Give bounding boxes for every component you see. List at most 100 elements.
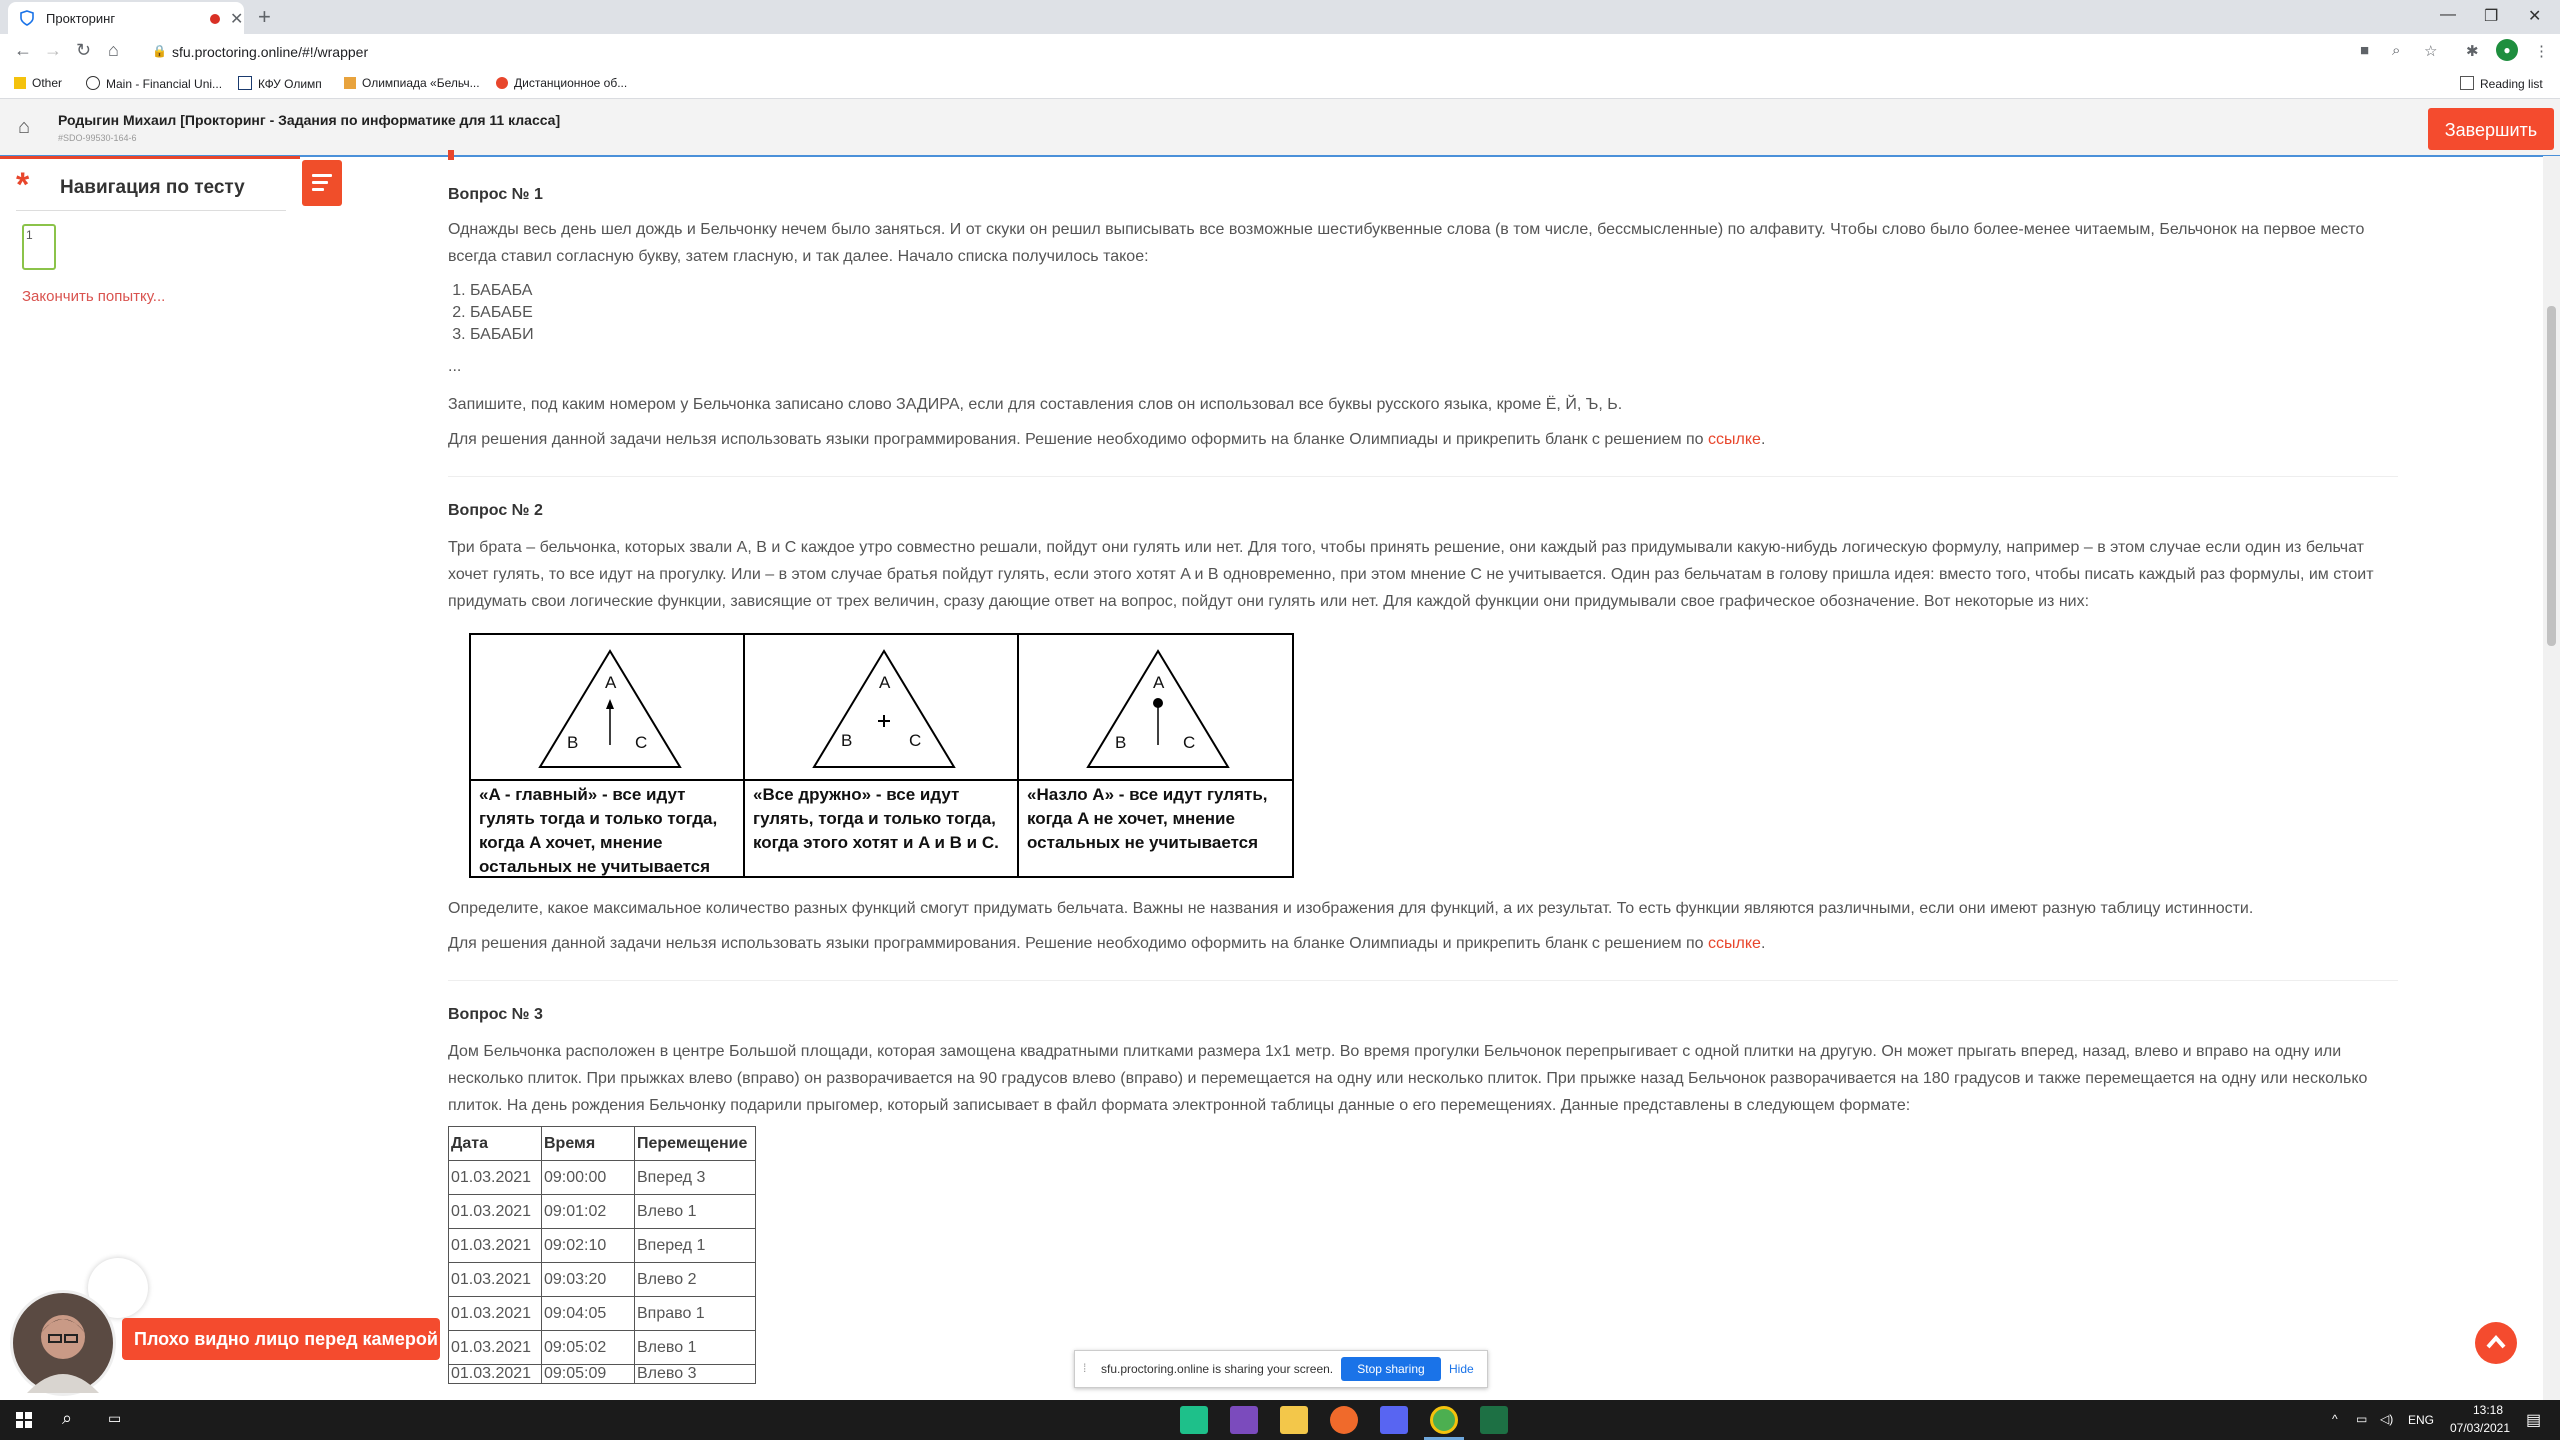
question-note: Для решения данной задачи нельзя использ… xyxy=(448,935,1766,952)
visual-studio-icon[interactable] xyxy=(1230,1406,1258,1434)
bookmark-distance[interactable]: Дистанционное об... xyxy=(496,76,627,90)
star-icon[interactable]: ☆ xyxy=(2424,42,2437,60)
webcam-preview[interactable] xyxy=(10,1290,116,1396)
table-cell: 09:02:10 xyxy=(541,1228,635,1263)
pycharm-icon[interactable] xyxy=(1180,1406,1208,1434)
extensions-icon[interactable]: ✱ xyxy=(2466,42,2479,60)
hide-share-button[interactable]: Hide xyxy=(1449,1362,1474,1376)
question-task: Определите, какое максимальное количеств… xyxy=(448,900,2254,917)
url-text: sfu.proctoring.online/#!/wrapper xyxy=(172,44,369,60)
asterisk-icon: * xyxy=(16,166,30,204)
recording-icon xyxy=(210,14,220,24)
question-task: Запишите, под каким номером у Бельчонка … xyxy=(448,396,1623,413)
table-row: 01.03.2021 09:03:20 Влево 2 xyxy=(448,1262,756,1297)
table-cell: 01.03.2021 xyxy=(448,1262,542,1297)
finish-attempt-link[interactable]: Закончить попытку... xyxy=(22,288,165,305)
table-cell: 01.03.2021 xyxy=(448,1194,542,1229)
table-cell: 09:05:02 xyxy=(541,1330,635,1365)
stop-sharing-button[interactable]: Stop sharing xyxy=(1341,1357,1441,1381)
chevron-up-icon xyxy=(2486,1334,2506,1349)
user-face-icon xyxy=(27,1315,99,1393)
scrollbar-thumb[interactable] xyxy=(2547,306,2556,646)
clock-time[interactable]: 13:18 xyxy=(2458,1403,2518,1417)
back-icon[interactable]: ← xyxy=(14,40,32,61)
movement-data-table: Дата Время Перемещение 01.03.2021 09:00:0… xyxy=(448,1126,756,1384)
question-title: Вопрос № 1 xyxy=(448,186,543,203)
list-item: БАБАБЕ xyxy=(470,302,534,324)
table-cell: Вперед 3 xyxy=(634,1160,756,1195)
browser-tab-strip xyxy=(0,0,2560,34)
triangle-arrow-icon xyxy=(538,649,682,768)
figure-divider xyxy=(471,779,1292,781)
drag-handle-icon[interactable]: ⁞ xyxy=(1083,1361,1086,1375)
vertex-label: A xyxy=(605,673,617,692)
table-cell: 09:03:20 xyxy=(541,1262,635,1297)
building-icon xyxy=(238,76,252,90)
clock-date[interactable]: 07/03/2021 xyxy=(2442,1421,2518,1435)
restore-button[interactable]: ❐ xyxy=(2484,6,2498,26)
bookmark-financial[interactable]: Main - Financial Uni... xyxy=(86,76,222,91)
table-row: 01.03.2021 09:00:00 Вперед 3 xyxy=(448,1160,756,1195)
reload-icon[interactable]: ↻ xyxy=(76,40,91,61)
question-text: Дом Бельчонка расположен в центре Большо… xyxy=(448,1043,2368,1114)
question-nav-button[interactable]: 1 xyxy=(22,224,56,270)
session-id: #SDO-99530-164-6 xyxy=(58,133,137,143)
forward-icon[interactable]: → xyxy=(44,40,62,61)
olympiad-icon xyxy=(344,77,356,89)
home-icon[interactable]: ⌂ xyxy=(108,40,119,61)
question-text: Три брата – бельчонка, которых звали A, … xyxy=(448,539,2374,610)
vertex-label: C xyxy=(909,731,922,750)
vertex-label: C xyxy=(1183,733,1196,752)
table-row: 01.03.2021 09:04:05 Вправо 1 xyxy=(448,1296,756,1331)
windows-start-icon[interactable] xyxy=(16,1412,32,1433)
chrome-icon[interactable] xyxy=(1430,1406,1458,1434)
solution-link[interactable]: ссылке xyxy=(1708,431,1761,448)
shield-icon xyxy=(20,10,34,26)
menu-icon[interactable]: ⋮ xyxy=(2534,42,2549,60)
nav-divider xyxy=(16,210,286,211)
menu-icon-line xyxy=(312,174,332,177)
new-tab-button[interactable]: + xyxy=(258,4,271,30)
table-cell: 09:00:00 xyxy=(541,1160,635,1195)
minimize-button[interactable]: — xyxy=(2440,6,2456,24)
bookmark-other[interactable]: Other xyxy=(14,76,62,90)
close-tab-icon[interactable]: ✕ xyxy=(230,9,243,29)
nav-title: Навигация по тесту xyxy=(60,177,245,198)
firefox-icon[interactable] xyxy=(1330,1406,1358,1434)
triangle-plus-icon xyxy=(812,649,956,768)
question-title: Вопрос № 3 xyxy=(448,1006,543,1023)
excel-icon[interactable] xyxy=(1480,1406,1508,1434)
share-text: sfu.proctoring.online is sharing your sc… xyxy=(1101,1362,1334,1376)
triangle-dot-icon xyxy=(1086,649,1230,768)
search-icon[interactable]: ⌕ xyxy=(62,1408,72,1429)
nav-toggle-button[interactable] xyxy=(302,160,342,206)
volume-icon[interactable]: ◁) xyxy=(2380,1412,2393,1426)
file-explorer-icon[interactable] xyxy=(1280,1406,1308,1434)
table-cell: 01.03.2021 xyxy=(448,1330,542,1365)
discord-icon[interactable] xyxy=(1380,1406,1408,1434)
finish-button[interactable]: Завершить xyxy=(2428,108,2554,150)
tab-title: Прокторинг xyxy=(46,11,116,26)
table-row: 01.03.2021 09:05:02 Влево 1 xyxy=(448,1330,756,1365)
close-window-button[interactable]: ✕ xyxy=(2528,6,2541,26)
table-header: Дата xyxy=(448,1126,542,1161)
dots-icon xyxy=(496,77,508,89)
browser-tab[interactable]: Прокторинг ✕ xyxy=(8,2,244,34)
task-view-icon[interactable]: ▭ xyxy=(108,1410,121,1427)
scroll-to-top-button[interactable] xyxy=(2475,1322,2517,1364)
zoom-icon[interactable]: ⌕ xyxy=(2392,42,2400,59)
bookmark-kfu[interactable]: КФУ Олимп xyxy=(238,76,322,91)
bookmark-olympiad[interactable]: Олимпиада «Бельч... xyxy=(344,76,480,90)
network-icon[interactable]: ▭ xyxy=(2356,1412,2367,1426)
globe-icon xyxy=(86,76,100,90)
tray-chevron-icon[interactable]: ^ xyxy=(2332,1412,2338,1426)
reading-list[interactable]: Reading list xyxy=(2460,76,2543,91)
language-indicator[interactable]: ENG xyxy=(2408,1413,2434,1427)
camera-icon[interactable]: ■ xyxy=(2360,42,2369,59)
profile-avatar[interactable]: ● xyxy=(2496,39,2518,61)
address-bar[interactable]: 🔒 sfu.proctoring.online/#!/wrapper xyxy=(140,38,2360,66)
question-text: Однажды весь день шел дождь и Бельчонку … xyxy=(448,221,2365,265)
home-icon[interactable]: ⌂ xyxy=(18,116,30,139)
notification-icon[interactable]: ▤ xyxy=(2526,1410,2541,1430)
solution-link[interactable]: ссылке xyxy=(1708,935,1761,952)
